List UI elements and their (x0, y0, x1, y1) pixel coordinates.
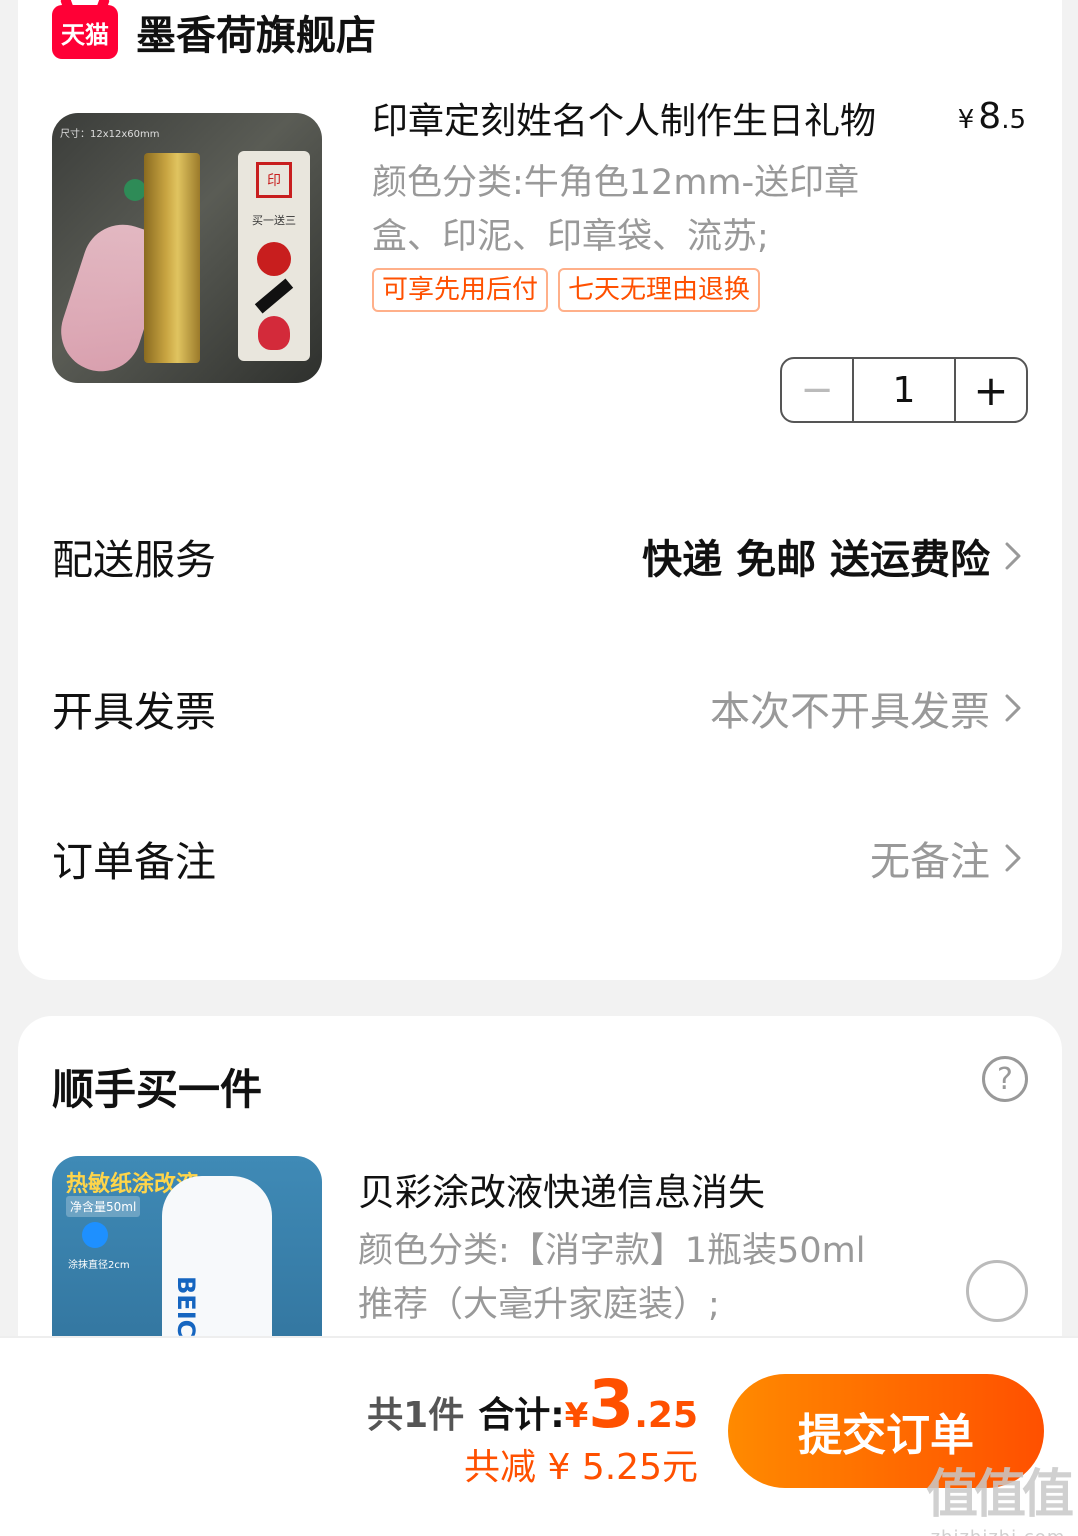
invoice-label: 开具发票 (52, 688, 216, 736)
image-side-panel: 印 买一送三 (238, 151, 310, 361)
seal-graphic (144, 153, 200, 363)
watermark-logo: 值值值 (925, 1465, 1074, 1525)
store-name[interactable]: 墨香荷旗舰店 (136, 3, 376, 61)
watermark: 值值值 zhizhizhi.com (925, 1452, 1074, 1536)
price-dec: .5 (1001, 105, 1026, 135)
delivery-label: 配送服务 (52, 536, 216, 584)
total-symbol: ¥ (564, 1396, 589, 1436)
order-note-label: 订单备注 (52, 838, 216, 886)
seal-box-icon (254, 278, 294, 314)
order-card: 天猫 墨香荷旗舰店 尺寸：12x12x60mm 印 买一送三 印章定刻姓名个人制… (18, 0, 1062, 980)
quantity-value[interactable]: 1 (854, 359, 954, 421)
invoice-row[interactable]: 开具发票 本次不开具发票 (52, 668, 1028, 748)
seal-stamp-icon: 印 (256, 162, 292, 198)
product-image[interactable]: 尺寸：12x12x60mm 印 买一送三 (52, 113, 322, 383)
price-int: 8 (978, 96, 1002, 137)
product-spec[interactable]: 颜色分类:牛角色12mm-送印章盒、印泥、印章袋、流苏; (372, 156, 892, 264)
order-note-value: 无备注 (870, 839, 990, 885)
chevron-right-icon (1005, 542, 1021, 570)
discount-text[interactable]: 共减 ¥ 5.25元 (464, 1438, 698, 1490)
invoice-value: 本次不开具发票 (710, 689, 990, 735)
addon-section-title: 顺手买一件 (52, 1065, 263, 1114)
addon-product-spec[interactable]: 颜色分类:【消字款】1瓶装50ml 推荐（大毫升家庭装）; (358, 1224, 898, 1332)
tag-pay-later: 可享先用后付 (372, 268, 549, 312)
watermark-url: zhizhizhi.com (926, 1527, 1070, 1536)
increase-button[interactable]: + (954, 359, 1026, 421)
store-header[interactable]: 天猫 墨香荷旗舰店 (52, 4, 376, 60)
image-size-text: 尺寸：12x12x60mm (60, 129, 160, 140)
delivery-value: 快递 免邮 送运费险 (642, 537, 990, 583)
delivery-service-row[interactable]: 配送服务 快递 免邮 送运费险 (52, 516, 1028, 596)
product-tags: 可享先用后付 七天无理由退换 (372, 268, 761, 312)
total-int: 3 (588, 1366, 635, 1443)
price-symbol: ¥ (957, 105, 975, 135)
dot-graphic (82, 1222, 108, 1248)
image-side-text: 买一送三 (252, 214, 296, 227)
checkout-bar: 共1件 合计: ¥ 3 .25 共减 ¥ 5.25元 提交订单 (0, 1336, 1078, 1536)
ink-pad-icon (257, 242, 291, 276)
product-price: ¥8.5 (958, 96, 1026, 137)
order-total: 共1件 合计: ¥ 3 .25 (367, 1366, 698, 1443)
order-note-row[interactable]: 订单备注 无备注 (52, 818, 1028, 898)
chevron-right-icon (1005, 844, 1021, 872)
total-dec: .25 (634, 1395, 698, 1436)
tmall-logo: 天猫 (52, 5, 118, 59)
chevron-right-icon (1005, 694, 1021, 722)
help-icon[interactable]: ? (982, 1056, 1028, 1102)
addon-image-dot-text: 涂抹直径2cm (68, 1260, 130, 1271)
addon-image-sub: 净含量50ml (66, 1196, 141, 1217)
seal-bag-icon (258, 316, 290, 350)
addon-product-title[interactable]: 贝彩涂改液快递信息消失 (358, 1162, 765, 1216)
addon-select-radio[interactable] (966, 1260, 1028, 1322)
item-count: 共1件 (367, 1395, 465, 1436)
tag-seven-day-return: 七天无理由退换 (558, 268, 761, 312)
total-label: 合计: (478, 1395, 565, 1436)
quantity-stepper: − 1 + (780, 357, 1028, 423)
decrease-button[interactable]: − (782, 359, 854, 421)
bead-graphic (124, 179, 146, 201)
product-title[interactable]: 印章定刻姓名个人制作生日礼物 (372, 92, 876, 144)
